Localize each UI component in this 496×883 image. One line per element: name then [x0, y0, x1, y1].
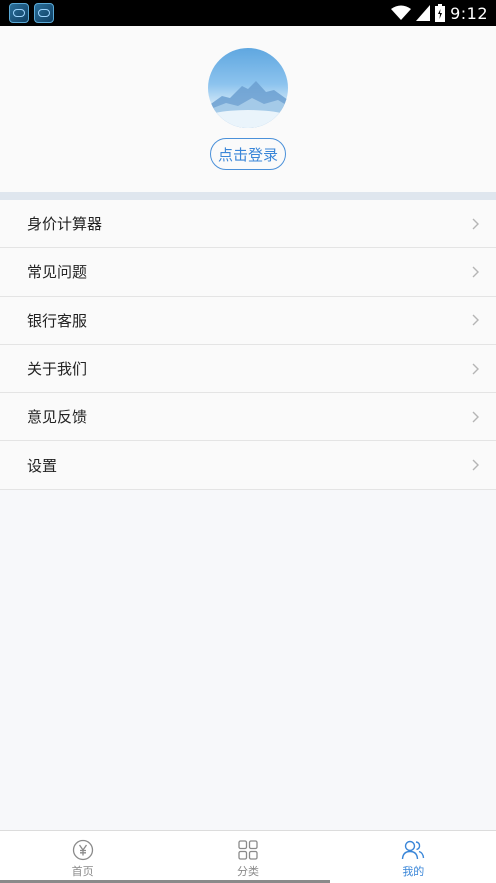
yen-icon: [72, 839, 93, 861]
tab-home[interactable]: 首页: [0, 831, 165, 883]
chevron-right-icon: [470, 218, 482, 230]
menu-item-net-worth-calculator[interactable]: 身价计算器: [0, 200, 496, 249]
app-notification-icon: [34, 3, 54, 23]
chevron-right-icon: [470, 314, 482, 326]
menu-item-label: 意见反馈: [27, 408, 88, 427]
menu-item-label: 设置: [27, 456, 58, 475]
signal-icon: [416, 5, 431, 21]
tab-category[interactable]: 分类: [165, 831, 330, 883]
menu-item-label: 关于我们: [27, 360, 88, 379]
menu-item-bank-service[interactable]: 银行客服: [0, 296, 496, 345]
menu-list: 身价计算器 常见问题 银行客服 关于我们 意见反馈 设置: [0, 200, 496, 490]
menu-item-label: 身价计算器: [27, 215, 103, 234]
mountain-avatar-icon[interactable]: [208, 48, 288, 128]
menu-item-label: 银行客服: [27, 311, 88, 330]
menu-item-about-us[interactable]: 关于我们: [0, 344, 496, 394]
chevron-right-icon: [470, 363, 482, 375]
status-bar: 9:12: [0, 0, 496, 26]
clock: 9:12: [450, 3, 488, 23]
users-icon: [402, 840, 425, 860]
battery-icon: [435, 4, 446, 22]
menu-item-feedback[interactable]: 意见反馈: [0, 393, 496, 442]
chevron-right-icon: [470, 411, 482, 423]
tab-label: 分类: [236, 865, 259, 878]
bottom-tab-bar: 首页 分类 我的: [0, 830, 496, 883]
tab-label: 我的: [402, 865, 425, 878]
wifi-icon: [391, 5, 412, 20]
login-button[interactable]: 点击登录: [210, 138, 286, 170]
app-notification-icon: [9, 3, 29, 23]
menu-item-settings[interactable]: 设置: [0, 441, 496, 490]
menu-item-faq[interactable]: 常见问题: [0, 248, 496, 297]
section-divider: [0, 192, 496, 200]
tab-label: 首页: [71, 865, 94, 878]
grid-icon: [238, 840, 258, 860]
menu-item-label: 常见问题: [27, 263, 88, 282]
profile-header: 点击登录: [0, 26, 496, 192]
chevron-right-icon: [470, 459, 482, 471]
chevron-right-icon: [470, 266, 482, 278]
tab-mine[interactable]: 我的: [331, 831, 496, 883]
